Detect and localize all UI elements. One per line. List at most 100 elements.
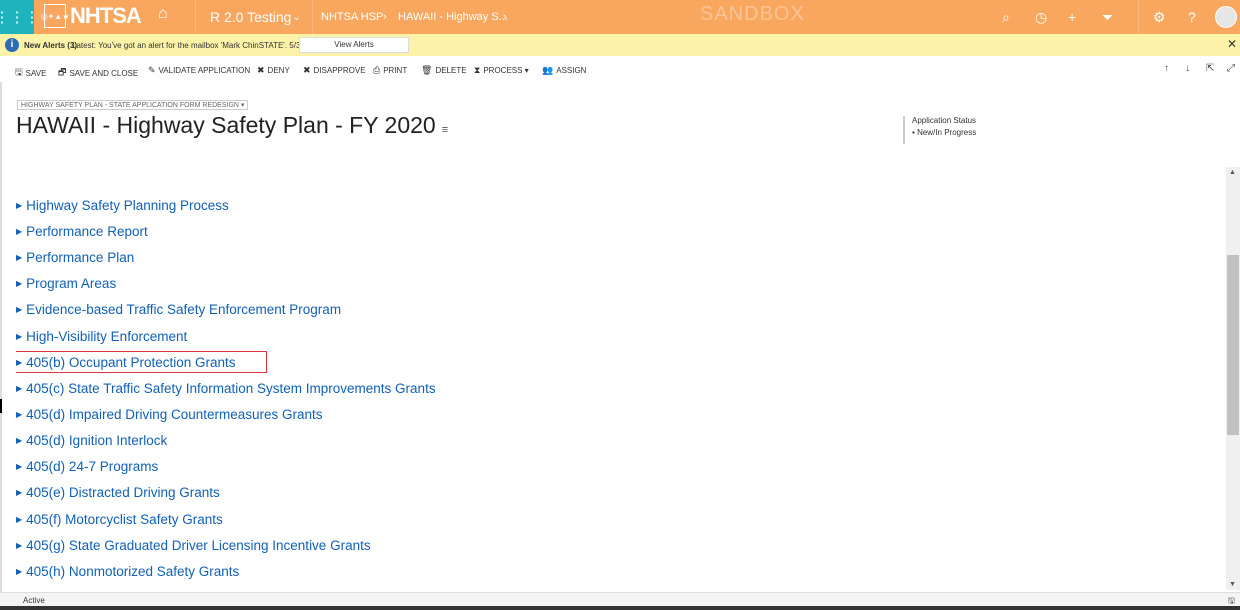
assign-button[interactable]: 👥 ASSIGN [542,65,586,76]
scrollbar[interactable]: ▲ ▼ [1226,167,1240,590]
disapprove-button[interactable]: ✖ DISAPPROVE [303,65,366,76]
pop-out-icon[interactable]: ⇱ [1206,63,1214,74]
button-label: SAVE AND CLOSE [69,68,139,78]
expand-arrow-icon: ▶ [16,567,23,577]
window-edge [0,606,1240,610]
section-label: 405(g) State Graduated Driver Licensing … [26,537,371,553]
save-button[interactable]: 🖫 SAVE [15,65,46,81]
delete-icon: 🗑 [421,65,433,75]
save-icon: 🖫 [15,67,23,77]
section-link[interactable]: ▶1906 Racial Profiling Data Collection G… [16,585,1196,590]
expand-arrow-icon: ▶ [16,279,23,289]
alert-bar: i New Alerts (3) Latest: You've got an a… [0,34,1240,56]
nhtsa-logo[interactable]: ◎✦▲★ NHTSA [41,3,142,29]
record-state: Active [23,596,45,605]
section-link[interactable]: ▶ Highway Safety Planning Process [16,192,1196,218]
arrow-up-icon[interactable]: ↑ [1164,63,1169,74]
text-cursor [0,399,2,413]
expand-arrow-icon: ▶ [16,200,23,210]
status-bar: Active 🖫 [0,592,1240,606]
save-close-icon: 🗗 [58,67,67,77]
view-alerts-button[interactable]: View Alerts [299,37,409,53]
logo-emblem-icon: ◎✦▲★ [41,4,69,28]
section-link[interactable]: ▶ 405(e) Distracted Driving Grants [16,480,1196,506]
close-icon[interactable]: ✕ [1227,37,1237,51]
plus-icon[interactable]: + [1068,9,1076,25]
scroll-up-icon[interactable]: ▲ [1229,169,1236,176]
app-launcher-button[interactable]: ⋮⋮⋮ [0,0,40,34]
section-link[interactable]: ▶ 405(d) 24-7 Programs [16,454,1196,480]
breadcrumb-record[interactable]: HAWAII - Highway S... [398,11,508,23]
validate-application-button[interactable]: ✎ VALIDATE APPLICATION [148,65,250,76]
validate-icon: ✎ [148,65,156,75]
section-link[interactable]: ▶ Performance Report [16,218,1196,244]
print-button[interactable]: ⎙ PRINT [373,65,407,76]
section-label: 405(f) Motorcyclist Safety Grants [26,511,223,527]
expand-arrow-icon: ▶ [16,226,23,236]
section-label: 405(d) 24-7 Programs [26,459,159,475]
expand-arrow-icon: ▶ [16,383,23,393]
scroll-down-icon[interactable]: ▼ [1229,581,1236,588]
history-icon[interactable]: ◷ [1035,9,1047,26]
section-link[interactable]: ▶ High-Visibility Enforcement [16,323,1196,349]
environment-selector[interactable]: R 2.0 Testing [210,9,291,25]
chevron-right-icon[interactable]: › [503,11,507,23]
button-label: PRINT [383,66,408,75]
expand-arrow-icon: ▶ [16,252,23,262]
section-label: 405(c) State Traffic Safety Information … [26,380,436,396]
section-label: Performance Report [26,223,148,239]
section-link[interactable]: ▶ 405(f) Motorcyclist Safety Grants [16,506,1196,532]
section-link[interactable]: ▶ Program Areas [16,271,1196,297]
expand-arrow-icon: ▶ [16,409,23,419]
chevron-down-icon[interactable]: ⌄ [292,10,301,23]
section-link[interactable]: ▶ Performance Plan [16,244,1196,270]
section-link[interactable]: ▶ Evidence-based Traffic Safety Enforceme… [16,297,1196,323]
breadcrumb-hsp[interactable]: NHTSA HSP [321,11,383,23]
button-label: VALIDATE APPLICATION [158,66,251,75]
form-left-border [0,82,2,592]
page-title: HAWAII - Highway Safety Plan - FY 2020 ≡ [16,112,448,139]
process-button[interactable]: ⧗ PROCESS ▾ [474,65,529,76]
section-list: ▶ Highway Safety Planning Process ▶ Perform… [16,192,1196,590]
avatar[interactable] [1215,6,1237,28]
section-link[interactable]: ▶ 405(b) Occupant Protection Grants [16,351,267,374]
filter-icon[interactable]: ⏷ [1102,9,1113,26]
alert-title: New Alerts (3) [24,41,78,50]
expand-arrow-icon: ▶ [16,540,23,550]
command-bar: 🖫 SAVE 🗗 SAVE AND CLOSE ✎ VALIDATE APPLICAT… [0,57,1240,82]
process-icon: ⧗ [474,65,481,75]
status-label: Application Status [912,116,977,125]
section-link[interactable]: ▶ 405(d) Ignition Interlock [16,428,1196,454]
search-icon[interactable]: ⌕ [1002,9,1010,26]
top-nav-bar: ⋮⋮⋮ ◎✦▲★ NHTSA ⌂ R 2.0 Testing ⌄ NHTSA H… [0,0,1240,34]
button-label: SAVE [25,68,47,78]
button-label: DISAPPROVE [313,66,366,75]
expand-icon[interactable]: ⤢ [1227,63,1235,74]
expand-arrow-icon: ▶ [16,305,23,315]
section-link[interactable]: ▶ 405(c) State Traffic Safety Information… [16,375,1196,401]
gear-icon[interactable]: ⚙ [1153,9,1166,26]
deny-button[interactable]: ✖ DENY [257,65,290,76]
section-label: Program Areas [26,276,117,292]
arrow-down-icon[interactable]: ↓ [1185,63,1190,74]
help-icon[interactable]: ? [1188,9,1196,25]
disapprove-icon: ✖ [303,65,311,75]
sandbox-watermark: SANDBOX [700,3,805,25]
expand-arrow-icon: ▶ [16,331,23,341]
title-text: HAWAII - Highway Safety Plan - FY 2020 [16,112,436,138]
button-label: PROCESS ▾ [483,66,529,75]
section-link[interactable]: ▶ 405(d) Impaired Driving Countermeasures… [16,401,1196,427]
scrollbar-thumb[interactable] [1227,255,1239,435]
delete-button[interactable]: 🗑 DELETE [421,65,467,76]
menu-icon[interactable]: ≡ [442,124,448,136]
section-label: 405(b) Occupant Protection Grants [26,354,236,370]
application-status: Application Status ▪ New/In Progress [903,116,976,144]
lock-icon: ▪ [912,128,915,137]
form-selector[interactable]: HIGHWAY SAFETY PLAN - STATE APPLICATION … [17,100,249,110]
home-icon[interactable]: ⌂ [158,5,168,23]
section-link[interactable]: ▶ 405(g) State Graduated Driver Licensing… [16,532,1196,558]
section-link[interactable]: ▶ 405(h) Nonmotorized Safety Grants [16,558,1196,584]
save-and-close-button[interactable]: 🗗 SAVE AND CLOSE [58,65,138,81]
deny-icon: ✖ [257,65,265,75]
expand-arrow-icon: ▶ [16,357,23,367]
